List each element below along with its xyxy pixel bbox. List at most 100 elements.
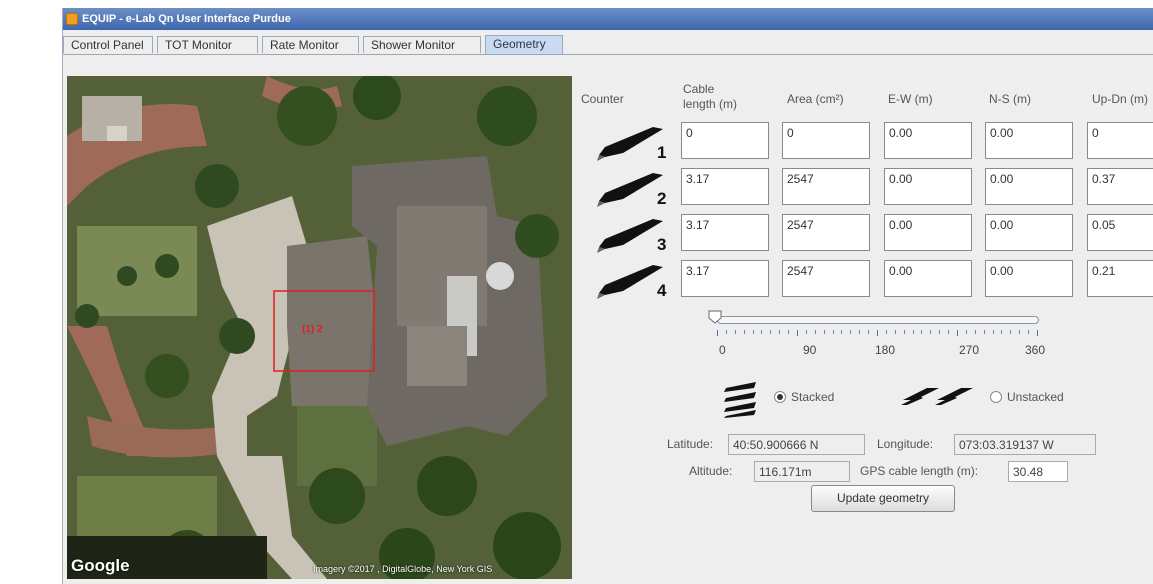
slider-tick (752, 330, 754, 334)
slider-tick (894, 330, 896, 334)
area-field[interactable]: 2547 (782, 214, 870, 251)
longitude-label: Longitude: (877, 437, 934, 451)
tab-geometry[interactable]: Geometry (485, 35, 563, 54)
paddle-counter-icon (597, 219, 663, 253)
altitude-label: Altitude: (689, 464, 733, 478)
satellite-map[interactable]: Imagery ©2017 , DigitalGlobe, New York G… (67, 76, 572, 579)
stacked-radio[interactable] (774, 391, 786, 403)
window-title: EQUIP - e-Lab Qn User Interface Purdue (82, 13, 291, 25)
cable-length-field[interactable]: 3.17 (681, 260, 769, 297)
slider-tick (823, 330, 825, 334)
tab-bar: Control Panel TOT Monitor Rate Monitor S… (63, 30, 1153, 55)
latitude-label: Latitude: (667, 437, 714, 451)
header-ns: N-S (m) (989, 92, 1031, 106)
ns-field[interactable]: 0.00 (985, 168, 1073, 205)
header-ew: E-W (m) (888, 92, 933, 106)
unstacked-radio[interactable] (990, 391, 1002, 403)
ew-field[interactable]: 0.00 (884, 214, 972, 251)
update-geometry-button[interactable]: Update geometry (811, 485, 955, 512)
slider-tick (850, 330, 852, 334)
longitude-field[interactable]: 073:03.319137 W (954, 434, 1096, 455)
area-field[interactable]: 2547 (782, 168, 870, 205)
altitude-field[interactable]: 116.171m (754, 461, 850, 482)
gps-cable-label: GPS cable length (m): (860, 464, 979, 478)
slider-tick (903, 330, 905, 334)
paddle-counter-icon (597, 173, 663, 207)
ns-field[interactable]: 0.00 (985, 214, 1073, 251)
slider-tick (1010, 330, 1012, 334)
slider-tick (717, 330, 718, 336)
counter-number: 4 (657, 281, 667, 300)
ew-field[interactable]: 0.00 (884, 260, 972, 297)
slider-label-270: 270 (959, 343, 980, 357)
slider-label-180: 180 (875, 343, 896, 357)
cable-length-field[interactable]: 0 (681, 122, 769, 159)
header-area: Area (cm²) (787, 92, 844, 106)
latitude-field[interactable]: 40:50.900666 N (728, 434, 865, 455)
slider-tick (788, 330, 790, 334)
slider-tick (965, 330, 967, 334)
counter-number: 1 (657, 143, 667, 162)
cable-length-field[interactable]: 3.17 (681, 214, 769, 251)
unstacked-counters-icon (901, 388, 973, 405)
slider-tick (948, 330, 950, 334)
slider-tick (921, 330, 923, 334)
ew-field[interactable]: 0.00 (884, 168, 972, 205)
updn-field[interactable]: 0.21 (1087, 260, 1153, 297)
slider-tick (885, 330, 887, 334)
slider-tick (841, 330, 843, 334)
slider-label-360: 360 (1025, 343, 1046, 357)
slider-tick (1028, 330, 1030, 334)
ew-field[interactable]: 0.00 (884, 122, 972, 159)
unstacked-label: Unstacked (1007, 390, 1064, 404)
slider-tick (930, 330, 932, 334)
cable-length-field[interactable]: 3.17 (681, 168, 769, 205)
paddle-counter-icon (597, 127, 663, 161)
slider-label-90: 90 (803, 343, 817, 357)
tab-rate-monitor[interactable]: Rate Monitor (262, 36, 359, 53)
orientation-slider-thumb[interactable] (708, 310, 722, 324)
slider-tick (725, 330, 727, 334)
stacked-counters-icon (724, 382, 756, 418)
ns-field[interactable]: 0.00 (985, 260, 1073, 297)
slider-tick (770, 330, 772, 334)
counter-number: 3 (657, 235, 667, 254)
paddle-counter-icon (597, 265, 663, 299)
title-bar: EQUIP - e-Lab Qn User Interface Purdue (63, 8, 1153, 30)
stacked-label: Stacked (791, 390, 835, 404)
counter-number: 2 (657, 189, 667, 208)
gps-cable-field[interactable]: 30.48 (1008, 461, 1068, 482)
updn-field[interactable]: 0 (1087, 122, 1153, 159)
slider-tick (868, 330, 870, 334)
google-logo: Google (71, 556, 130, 575)
slider-tick (814, 330, 816, 334)
slider-label-0: 0 (719, 343, 726, 357)
app-icon (66, 13, 78, 25)
counter-marker: (1) 2 (302, 324, 323, 335)
slider-tick (957, 330, 958, 336)
updn-field[interactable]: 0.37 (1087, 168, 1153, 205)
tab-control-panel[interactable]: Control Panel (63, 36, 153, 53)
slider-tick (912, 330, 914, 334)
slider-tick (797, 330, 798, 336)
slider-tick (939, 330, 941, 334)
header-cable-line2: length (m) (683, 97, 738, 111)
slider-tick (779, 330, 781, 334)
slider-tick (743, 330, 745, 334)
header-updn: Up-Dn (m) (1092, 92, 1148, 106)
slider-tick (992, 330, 994, 334)
map-credit: Imagery ©2017 , DigitalGlobe, New York G… (313, 564, 493, 574)
ns-field[interactable]: 0.00 (985, 122, 1073, 159)
area-field[interactable]: 2547 (782, 260, 870, 297)
tab-shower-monitor[interactable]: Shower Monitor (363, 36, 481, 53)
updn-field[interactable]: 0.05 (1087, 214, 1153, 251)
slider-tick (983, 330, 985, 334)
header-counter: Counter (581, 92, 624, 106)
area-field[interactable]: 0 (782, 122, 870, 159)
slider-tick (761, 330, 763, 334)
slider-tick (1037, 330, 1038, 336)
slider-tick (974, 330, 976, 334)
orientation-slider-track[interactable] (717, 316, 1039, 324)
geometry-panel: Imagery ©2017 , DigitalGlobe, New York G… (63, 55, 1153, 584)
tab-tot-monitor[interactable]: TOT Monitor (157, 36, 258, 53)
